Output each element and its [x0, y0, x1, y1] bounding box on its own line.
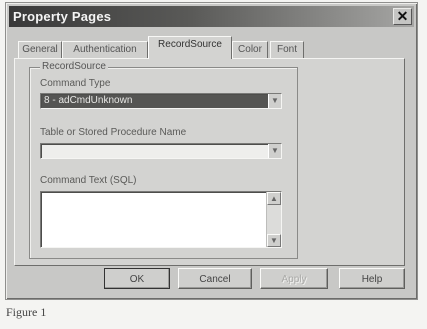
ok-button[interactable]: OK	[104, 268, 170, 289]
tab-strip: General Authentication RecordSource Colo…	[16, 31, 403, 59]
recordsource-group-label: RecordSource	[40, 61, 108, 72]
property-pages-dialog: Property Pages ✕ General Authentication …	[5, 2, 418, 300]
help-button[interactable]: Help	[339, 268, 405, 289]
cancel-button[interactable]: Cancel	[178, 268, 252, 289]
tab-color[interactable]: Color	[232, 41, 268, 58]
apply-button[interactable]: Apply	[260, 268, 328, 289]
command-text-label: Command Text (SQL)	[40, 175, 137, 186]
tab-recordsource[interactable]: RecordSource	[148, 36, 232, 59]
title-bar[interactable]: Property Pages ✕	[9, 6, 414, 27]
window-title: Property Pages	[13, 9, 112, 24]
vertical-scrollbar[interactable]: ▲ ▼	[266, 192, 281, 247]
tab-font[interactable]: Font	[270, 41, 304, 58]
scroll-up-icon[interactable]: ▲	[267, 192, 281, 205]
chevron-down-icon[interactable]: ▼	[268, 144, 281, 158]
command-type-label: Command Type	[40, 78, 111, 89]
recordsource-page: RecordSource Command Type 8 - adCmdUnkno…	[14, 58, 405, 266]
command-type-value: 8 - adCmdUnknown	[44, 95, 133, 106]
close-button[interactable]: ✕	[393, 8, 412, 25]
scroll-down-icon[interactable]: ▼	[267, 234, 281, 247]
recordsource-group: RecordSource Command Type 8 - adCmdUnkno…	[29, 61, 298, 259]
table-name-select[interactable]: ▼	[40, 143, 282, 159]
figure-caption: Figure 1	[6, 305, 47, 319]
tab-authentication[interactable]: Authentication	[62, 41, 148, 58]
chevron-down-icon[interactable]: ▼	[268, 94, 281, 108]
tab-general[interactable]: General	[18, 41, 62, 58]
table-name-label: Table or Stored Procedure Name	[40, 127, 187, 138]
command-text-field[interactable]: ▲ ▼	[40, 191, 282, 248]
command-type-select[interactable]: 8 - adCmdUnknown ▼	[40, 93, 282, 109]
